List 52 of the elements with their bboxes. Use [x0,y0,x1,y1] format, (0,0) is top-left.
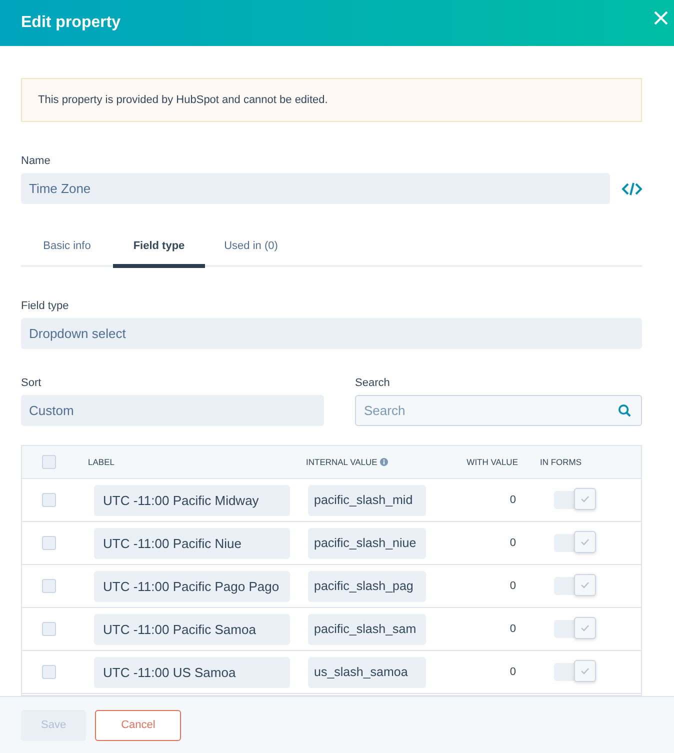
name-field[interactable]: Time Zone [21,173,610,204]
row-checkbox[interactable] [42,665,56,679]
tab[interactable]: Used in (0) [205,232,297,268]
close-icon[interactable] [654,11,668,25]
check-icon [580,666,590,676]
label-field[interactable]: UTC -11:00 Pacific Samoa [94,614,290,644]
row-checkbox[interactable] [42,579,56,593]
internal-value-field[interactable]: pacific_slash_sam [308,614,426,644]
select-all-checkbox[interactable] [42,455,56,469]
table-cell-text: 0 [508,494,517,506]
label-field[interactable]: UTC -11:00 Pacific Pago Pago [94,570,290,602]
table-cell-text: 0 [508,666,517,678]
search-field[interactable]: Search [355,395,642,426]
field-type-field[interactable]: Dropdown select [21,318,642,349]
check-icon [580,537,590,547]
tab[interactable]: Field type [113,232,205,268]
table-cell-text: 0 [508,623,517,635]
check-icon [580,623,590,633]
field-label: Sort [21,377,42,389]
column-header: IN FORMS [539,457,583,467]
internal-value-field[interactable]: pacific_slash_niue [308,528,426,558]
column-header: WITH VALUE [466,457,519,467]
label-field[interactable]: UTC -11:00 Pacific Midway [94,484,290,516]
field-label: Name [21,155,52,167]
field-label: Field type [21,300,70,312]
column-header: LABEL [87,457,116,467]
info-icon[interactable] [380,458,388,466]
internal-value-field[interactable]: pacific_slash_pag [308,570,426,602]
label-field[interactable]: UTC -11:00 US Samoa [94,656,290,688]
code-icon[interactable] [622,182,642,196]
in-forms-toggle[interactable] [554,577,596,595]
check-icon [580,494,590,504]
in-forms-toggle[interactable] [554,534,596,552]
row-checkbox[interactable] [42,622,56,636]
check-icon [580,580,590,590]
label-field[interactable]: UTC -11:00 Pacific Niue [94,528,290,558]
internal-value-field[interactable]: pacific_slash_mid [308,484,426,516]
in-forms-toggle[interactable] [554,491,596,509]
notice-banner: This property is provided by HubSpot and cannot be edited. [21,78,642,122]
sort-field[interactable]: Custom [21,395,324,426]
tab[interactable]: Basic info [21,232,113,268]
column-header: INTERNAL VALUE [306,457,378,467]
in-forms-toggle[interactable] [554,663,596,681]
dialog-title: Edit property [21,14,121,32]
internal-value-field[interactable]: us_slash_samoa [308,656,426,688]
table-cell-text: 0 [508,580,517,592]
search-icon[interactable] [618,404,631,417]
field-label: Search [355,377,391,389]
row-checkbox[interactable] [42,536,56,550]
table-cell-text: 0 [508,537,517,549]
row-checkbox[interactable] [42,493,56,507]
in-forms-toggle[interactable] [554,620,596,638]
